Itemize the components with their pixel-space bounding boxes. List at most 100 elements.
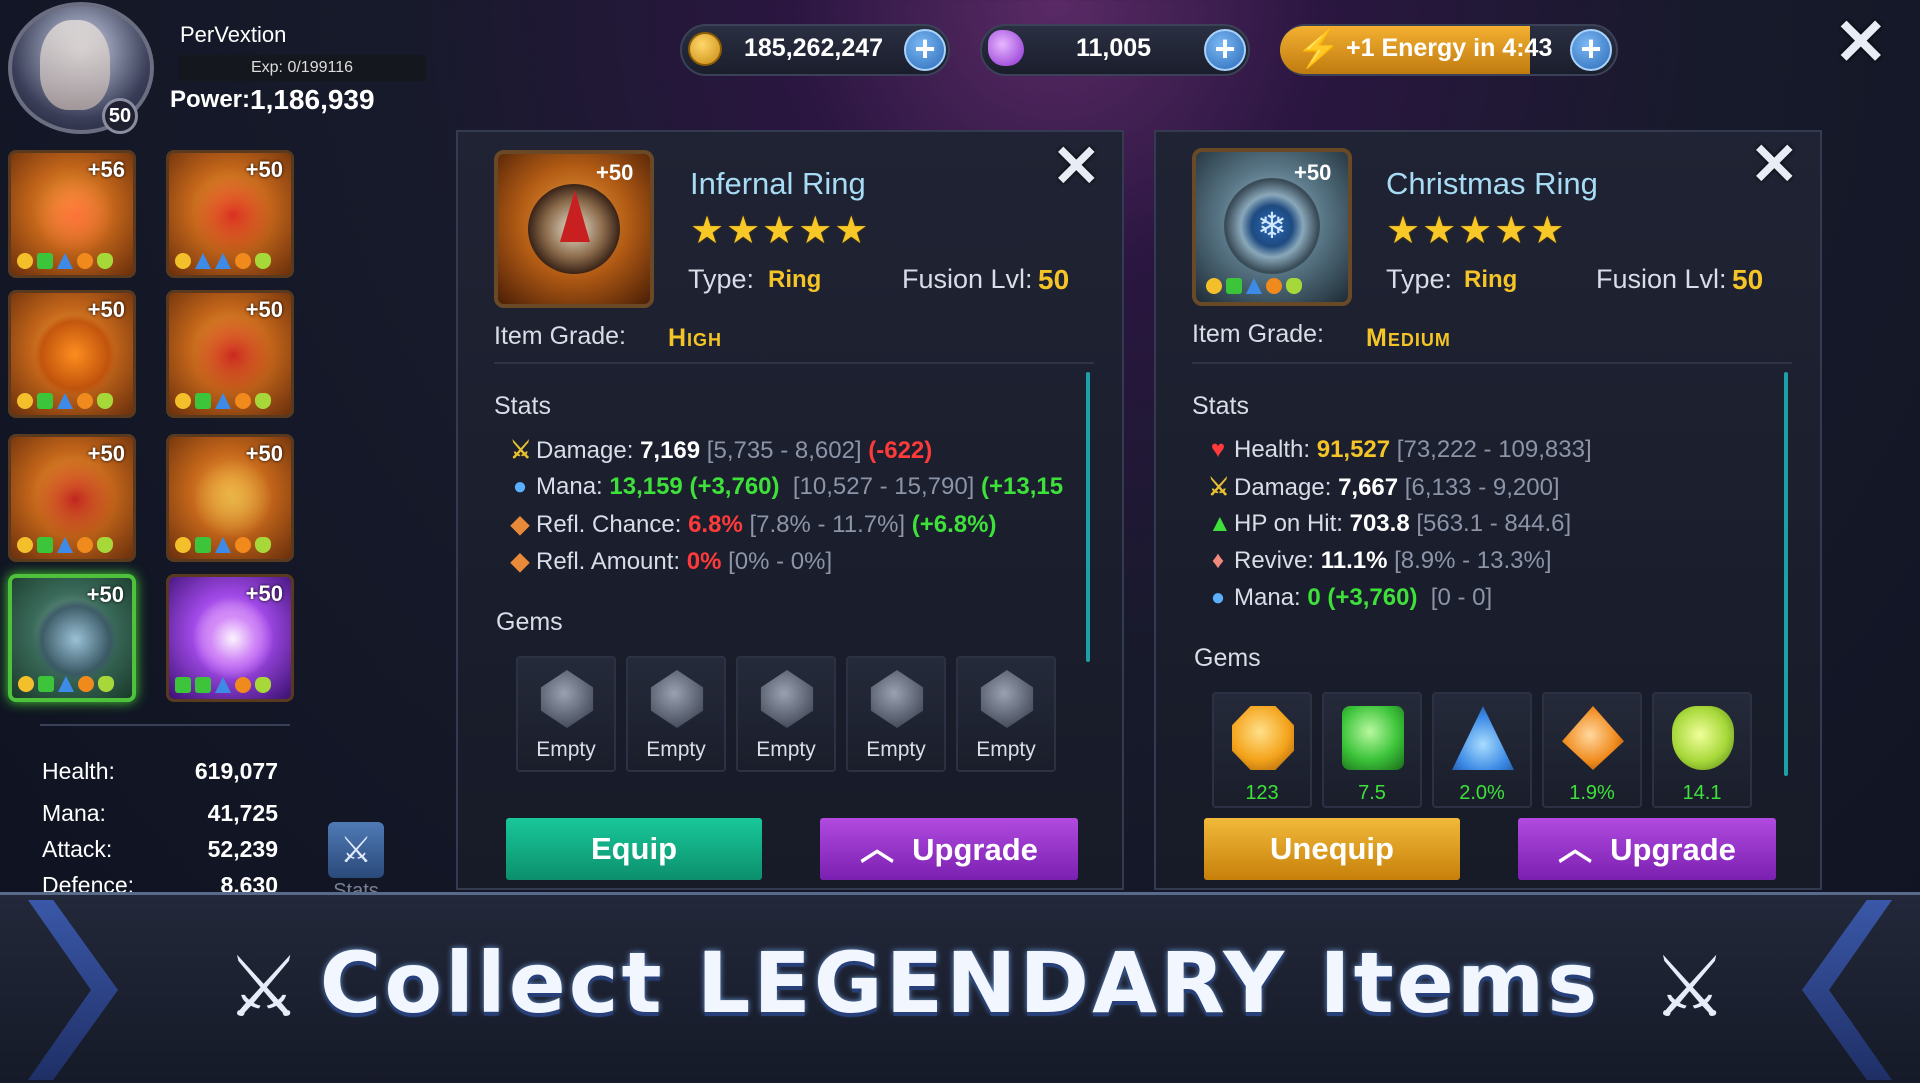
health-label: Health:: [42, 758, 115, 784]
mask-icon: [193, 599, 273, 679]
fusion-value: 50: [1038, 264, 1070, 295]
stats-title: Stats: [1192, 392, 1249, 420]
ring-icon: [36, 600, 116, 680]
stat-row-refl-amount: ◆ Refl. Amount: 0% [0% - 0%]: [510, 548, 833, 575]
slot-level: +56: [87, 157, 125, 182]
item-grade-label: Item Grade:: [1192, 320, 1324, 348]
gem-socket[interactable]: Empty: [846, 656, 946, 772]
stat-row-damage: ⚔ Damage: 7,667 [6,133 - 9,200]: [1208, 474, 1560, 501]
equip-button[interactable]: Equip: [506, 818, 762, 880]
exp-bar: Exp: 0/199116: [178, 55, 426, 81]
revive-icon: ♦: [1211, 547, 1225, 574]
slot-level: +50: [86, 582, 124, 607]
gem-row: [175, 393, 291, 409]
type-label: Type:: [688, 264, 755, 294]
star-rating: ★★★★★: [690, 210, 871, 252]
stat-row-health: ♥ Health: 91,527 [73,222 - 109,833]: [1208, 436, 1592, 464]
inventory-slot[interactable]: +56: [8, 150, 136, 278]
inventory-slot[interactable]: +50: [166, 150, 294, 278]
fusion-label: Fusion Lvl:: [1596, 264, 1727, 294]
inventory-slot-selected[interactable]: +50: [8, 574, 136, 702]
player-name: PerVextion: [180, 22, 287, 47]
slot-level: +50: [87, 441, 125, 466]
attack-label: Attack:: [42, 836, 113, 862]
stat-row-refl-chance: ◆ Refl. Chance: 6.8% [7.8% - 11.7%] (+6.8…: [510, 511, 997, 538]
health-value: 619,077: [194, 758, 278, 784]
gem-socket[interactable]: 14.1: [1652, 692, 1752, 808]
divider: [494, 362, 1094, 364]
stats-title: Stats: [494, 392, 551, 420]
gem-socket[interactable]: Empty: [626, 656, 726, 772]
hero-portrait: [40, 20, 110, 110]
add-energy-button[interactable]: +: [1570, 29, 1612, 71]
swords-icon: ⚔: [1208, 474, 1230, 501]
gem-socket[interactable]: Empty: [736, 656, 836, 772]
gem-socket[interactable]: 1.9%: [1542, 692, 1642, 808]
close-panel-button[interactable]: ✕: [1052, 138, 1101, 196]
lime-gem-icon: [1672, 706, 1734, 770]
lightning-icon: ⚡: [1296, 28, 1341, 69]
gem-socket[interactable]: 123: [1212, 692, 1312, 808]
type-label: Type:: [1386, 264, 1453, 294]
staff-icon: [35, 175, 115, 255]
gem-row: [17, 393, 133, 409]
inventory-slot[interactable]: +50: [166, 290, 294, 418]
upgrade-button[interactable]: ︿ Upgrade: [820, 818, 1078, 880]
energy-timer: +1 Energy in 4:43: [1346, 34, 1553, 62]
close-panel-button[interactable]: ✕: [1750, 136, 1799, 194]
item-level: +50: [596, 160, 634, 185]
type-value: Ring: [768, 266, 822, 293]
stat-row-mana: ● Mana: 13,159 (+3,760) [10,527 - 15,790]…: [510, 473, 1088, 501]
player-level-badge: 50: [102, 98, 138, 134]
cloak-icon: [193, 175, 273, 255]
stat-row-damage: ⚔ Damage: 7,169 [5,735 - 8,602] (-622): [510, 437, 933, 464]
slot-level: +50: [245, 297, 283, 322]
type-value: Ring: [1464, 266, 1518, 293]
crossed-swords-icon: ⚔: [339, 829, 373, 870]
item-name: Christmas Ring: [1386, 166, 1598, 201]
power-label: Power:: [170, 86, 251, 113]
divider: [40, 724, 290, 726]
slot-level: +50: [245, 441, 283, 466]
gems-title: Gems: [496, 608, 563, 636]
gem-row: [175, 253, 291, 269]
empty-gem-icon: [540, 670, 594, 728]
shield-icon: ◆: [510, 511, 530, 538]
upgrade-button[interactable]: ︿ Upgrade: [1518, 818, 1776, 880]
fusion-label: Fusion Lvl:: [902, 264, 1033, 294]
stats-scrollbar[interactable]: [1086, 372, 1090, 662]
stats-button[interactable]: ⚔: [328, 822, 384, 878]
item-grade-value: Medium: [1366, 324, 1451, 352]
hp-hit-icon: ▲: [1208, 510, 1232, 537]
gem-socket[interactable]: Empty: [956, 656, 1056, 772]
stats-scrollbar[interactable]: [1784, 372, 1788, 776]
stat-row-revive: ♦ Revive: 11.1% [8.9% - 13.3%]: [1208, 547, 1552, 575]
blue-gem-icon: [1452, 706, 1514, 770]
close-screen-button[interactable]: ✕: [1834, 10, 1888, 74]
gem-bag-icon: [988, 30, 1024, 66]
inventory-slot[interactable]: +50: [166, 434, 294, 562]
item-level: +50: [1294, 160, 1332, 185]
add-gems-button[interactable]: +: [1204, 29, 1246, 71]
empty-gem-icon: [760, 670, 814, 728]
inventory-slot[interactable]: +50: [8, 290, 136, 418]
add-gold-button[interactable]: +: [904, 29, 946, 71]
heart-icon: ♥: [1210, 436, 1226, 463]
mana-potion-icon: ●: [1210, 584, 1226, 611]
gem-amount: 11,005: [1076, 34, 1152, 62]
item-grade-value: High: [668, 324, 723, 352]
unequip-button[interactable]: Unequip: [1204, 818, 1460, 880]
inventory-slot[interactable]: +50: [8, 434, 136, 562]
banner-title: Collect LEGENDARY Items: [319, 934, 1601, 1032]
attack-value: 52,239: [207, 836, 278, 862]
gem-socket[interactable]: Empty: [516, 656, 616, 772]
item-name: Infernal Ring: [690, 166, 866, 201]
gem-socket[interactable]: 7.5: [1322, 692, 1422, 808]
chevron-up-icon: ︿: [1558, 830, 1593, 868]
gem-row: [17, 253, 133, 269]
star-rating: ★★★★★: [1386, 210, 1567, 252]
inventory-slot[interactable]: +50: [166, 574, 294, 702]
chevron-up-icon: ︿: [860, 830, 895, 868]
gem-socket[interactable]: 2.0%: [1432, 692, 1532, 808]
mana-label: Mana:: [42, 800, 106, 826]
